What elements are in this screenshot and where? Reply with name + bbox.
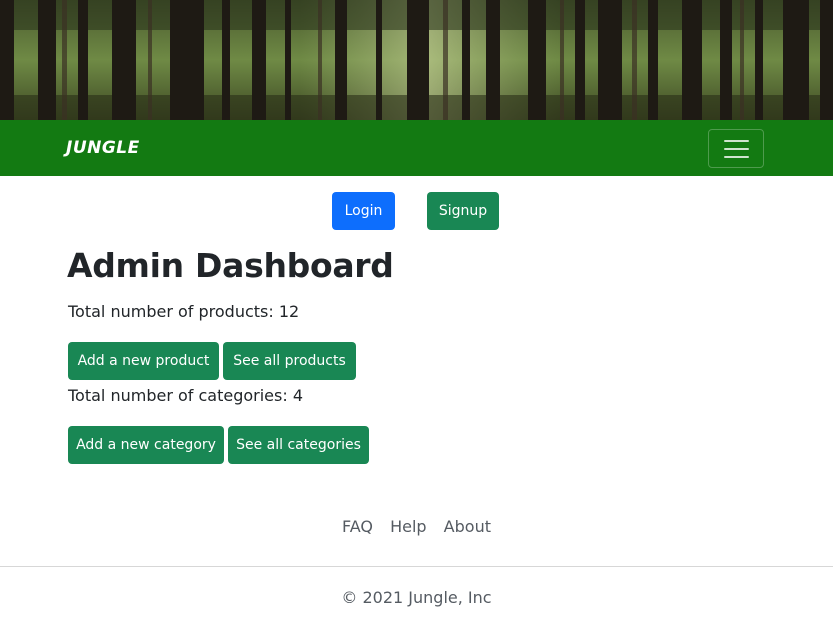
menu-bar: [724, 156, 749, 158]
page-title: Admin Dashboard: [67, 246, 394, 285]
footer-link-faq[interactable]: FAQ: [342, 517, 373, 536]
footer-divider: [0, 566, 833, 567]
menu-bar: [724, 148, 749, 150]
menu-bar: [724, 140, 749, 142]
add-category-button[interactable]: Add a new category: [68, 426, 224, 464]
signup-button[interactable]: Signup: [427, 192, 499, 230]
footer-link-about[interactable]: About: [444, 517, 491, 536]
hamburger-menu-icon[interactable]: [708, 129, 764, 168]
footer-link-help[interactable]: Help: [390, 517, 426, 536]
copyright-text: © 2021 Jungle, Inc: [341, 588, 492, 607]
see-all-categories-button[interactable]: See all categories: [228, 426, 369, 464]
footer-links: FAQ Help About: [0, 515, 833, 539]
categories-count: Total number of categories: 4: [68, 386, 304, 405]
forest-illustration: [0, 0, 833, 120]
add-product-button[interactable]: Add a new product: [68, 342, 219, 380]
see-all-products-button[interactable]: See all products: [223, 342, 356, 380]
forest-banner-image: [0, 0, 833, 120]
brand-logo[interactable]: JUNGLE: [66, 137, 140, 159]
login-button[interactable]: Login: [332, 192, 395, 230]
products-count: Total number of products: 12: [68, 302, 300, 321]
